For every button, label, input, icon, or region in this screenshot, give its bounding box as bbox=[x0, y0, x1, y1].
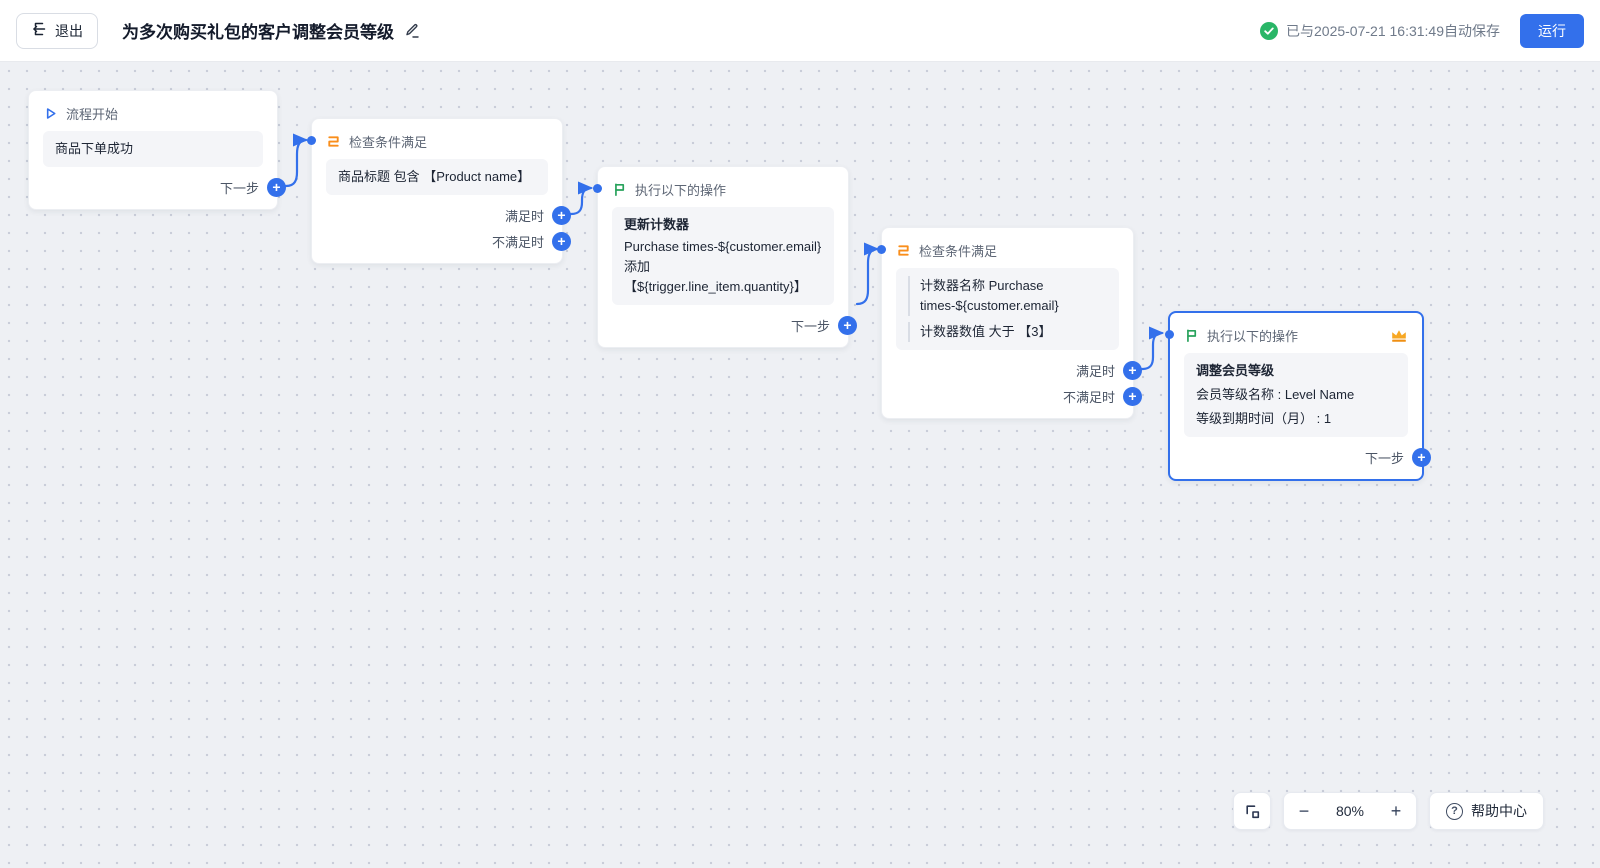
exit-button[interactable]: 退出 bbox=[16, 12, 98, 49]
play-icon bbox=[43, 106, 58, 121]
exit-label: 退出 bbox=[55, 22, 83, 39]
fit-view-button[interactable] bbox=[1233, 792, 1271, 830]
action-detail: Purchase times-${customer.email} 添加【${tr… bbox=[624, 239, 822, 294]
connector-action1-to-condition2 bbox=[855, 242, 880, 306]
next-step-row: 下一步 + bbox=[43, 175, 286, 199]
condition-line: 计数器名称 Purchase times-${customer.email} bbox=[908, 276, 1107, 316]
condition-summary[interactable]: 计数器名称 Purchase times-${customer.email} 计… bbox=[896, 268, 1119, 350]
title-wrap: 为多次购买礼包的客户调整会员等级 bbox=[122, 18, 421, 43]
condition-summary[interactable]: 商品标题 包含 【Product name】 bbox=[326, 159, 548, 195]
branch-not-met-row: 不满足时 + bbox=[326, 229, 571, 253]
branch-met-label: 满足时 bbox=[1075, 363, 1115, 379]
branch-met-label: 满足时 bbox=[504, 208, 544, 224]
fit-view-icon bbox=[1244, 803, 1261, 820]
topbar-right: 已与2025-07-21 16:31:49自动保存 运行 bbox=[1260, 13, 1584, 48]
action-detail: 等级到期时间（月） : 1 bbox=[1196, 411, 1332, 426]
zoom-in-button[interactable]: + bbox=[1376, 792, 1416, 830]
saved-check-icon bbox=[1260, 21, 1278, 40]
add-step-met-button[interactable]: + bbox=[552, 205, 571, 225]
next-step-label: 下一步 bbox=[1364, 450, 1404, 466]
add-step-button[interactable]: + bbox=[267, 177, 286, 197]
next-step-label: 下一步 bbox=[219, 180, 259, 196]
branch-met-row: 满足时 + bbox=[326, 203, 571, 227]
zoom-level: 80% bbox=[1335, 803, 1365, 819]
zoom-out-button[interactable]: − bbox=[1284, 792, 1324, 830]
branch-condition-icon bbox=[896, 243, 911, 258]
flag-icon bbox=[1184, 328, 1199, 343]
node-check-condition-2[interactable]: 检查条件满足 计数器名称 Purchase times-${customer.e… bbox=[877, 227, 1142, 419]
workflow-canvas[interactable]: 流程开始 商品下单成功 下一步 + 检查条件满足 商品标题 包含 【Produc… bbox=[0, 62, 1600, 868]
crown-icon bbox=[1390, 328, 1408, 343]
node-title: 执行以下的操作 bbox=[635, 182, 727, 198]
branch-condition-icon bbox=[326, 134, 341, 149]
input-connector-dot bbox=[877, 245, 886, 254]
next-step-row: 下一步 + bbox=[612, 313, 857, 337]
node-action-adjust-member-level[interactable]: 执行以下的操作 调整会员等级 会员等级名称 : Level Name 等级到期时… bbox=[1165, 311, 1431, 481]
action-name: 调整会员等级 bbox=[1196, 363, 1275, 378]
help-center-label: 帮助中心 bbox=[1471, 803, 1527, 819]
page-title: 为多次购买礼包的客户调整会员等级 bbox=[122, 23, 394, 42]
next-step-label: 下一步 bbox=[790, 318, 830, 334]
connector-condition1-to-action1 bbox=[569, 181, 594, 216]
node-header: 检查条件满足 bbox=[896, 240, 1119, 260]
node-check-condition-1[interactable]: 检查条件满足 商品标题 包含 【Product name】 满足时 + 不满足时… bbox=[307, 118, 571, 264]
trigger-summary[interactable]: 商品下单成功 bbox=[43, 131, 263, 167]
run-button[interactable]: 运行 bbox=[1520, 13, 1584, 48]
input-connector-dot bbox=[1165, 330, 1174, 339]
add-step-button[interactable]: + bbox=[838, 315, 857, 335]
add-step-not-met-button[interactable]: + bbox=[1123, 386, 1142, 406]
node-action-update-counter[interactable]: 执行以下的操作 更新计数器 Purchase times-${customer.… bbox=[593, 166, 857, 348]
node-header: 流程开始 bbox=[43, 103, 263, 123]
node-title: 检查条件满足 bbox=[919, 243, 998, 259]
input-connector-dot bbox=[593, 184, 602, 193]
action-detail: 会员等级名称 : Level Name bbox=[1196, 387, 1355, 402]
action-name: 更新计数器 bbox=[624, 217, 690, 232]
add-step-met-button[interactable]: + bbox=[1123, 360, 1142, 380]
topbar: 退出 为多次购买礼包的客户调整会员等级 已与2025-07-21 16:31:4… bbox=[0, 0, 1600, 62]
node-flow-start[interactable]: 流程开始 商品下单成功 下一步 + bbox=[28, 90, 286, 210]
action-summary[interactable]: 更新计数器 Purchase times-${customer.email} 添… bbox=[612, 207, 834, 305]
action-summary[interactable]: 调整会员等级 会员等级名称 : Level Name 等级到期时间（月） : 1 bbox=[1184, 353, 1408, 437]
node-header: 执行以下的操作 bbox=[612, 179, 834, 199]
help-center-button[interactable]: ? 帮助中心 bbox=[1429, 792, 1544, 830]
branch-not-met-label: 不满足时 bbox=[491, 234, 544, 250]
input-connector-dot bbox=[307, 136, 316, 145]
canvas-controls: − 80% + ? 帮助中心 bbox=[1233, 792, 1544, 830]
branch-not-met-label: 不满足时 bbox=[1062, 389, 1115, 405]
branch-met-row: 满足时 + bbox=[896, 358, 1142, 382]
node-title: 检查条件满足 bbox=[349, 134, 428, 150]
question-icon: ? bbox=[1446, 802, 1463, 820]
flag-icon bbox=[612, 182, 627, 197]
branch-not-met-row: 不满足时 + bbox=[896, 384, 1142, 408]
connector-start-to-condition1 bbox=[284, 133, 309, 188]
autosave-status: 已与2025-07-21 16:31:49自动保存 bbox=[1260, 21, 1500, 41]
condition-line: 计数器数值 大于 【3】 bbox=[908, 322, 1107, 342]
connector-condition2-to-action2 bbox=[1140, 326, 1165, 371]
next-step-row: 下一步 + bbox=[1184, 445, 1431, 469]
exit-icon bbox=[31, 21, 47, 40]
add-step-not-met-button[interactable]: + bbox=[552, 231, 571, 251]
node-header: 执行以下的操作 bbox=[1184, 325, 1408, 345]
autosave-text: 已与2025-07-21 16:31:49自动保存 bbox=[1286, 22, 1500, 39]
zoom-control: − 80% + bbox=[1283, 792, 1417, 830]
node-header: 检查条件满足 bbox=[326, 131, 548, 151]
add-step-button[interactable]: + bbox=[1412, 447, 1431, 467]
node-title: 流程开始 bbox=[66, 106, 119, 122]
node-title: 执行以下的操作 bbox=[1207, 328, 1299, 344]
edit-pencil-icon[interactable] bbox=[404, 22, 421, 39]
